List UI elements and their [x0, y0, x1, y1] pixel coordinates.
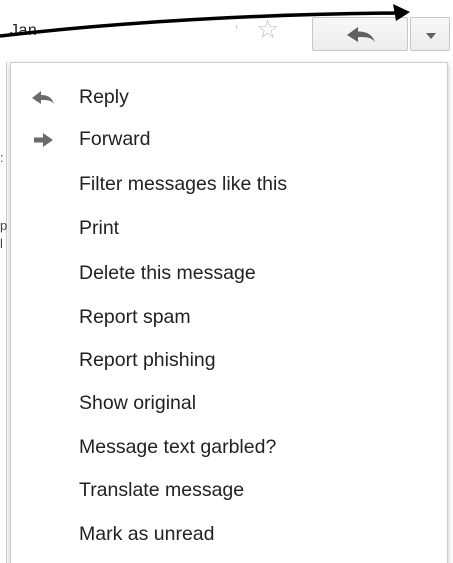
message-header: Jan ’ ☆ [0, 0, 453, 62]
menu-item-label: Filter messages like this [79, 173, 288, 195]
menu-item-label: Report phishing [79, 349, 216, 371]
menu-item-label: Print [79, 217, 120, 239]
menu-item-report-spam[interactable]: Report spam [11, 297, 447, 339]
menu-item-delete[interactable]: Delete this message [11, 253, 447, 295]
reply-arrow-icon [347, 27, 375, 42]
more-options-button[interactable] [410, 17, 450, 51]
menu-item-mark-unread[interactable]: Mark as unread [11, 514, 447, 556]
menu-item-garbled[interactable]: Message text garbled? [11, 427, 447, 469]
menu-item-filter-messages[interactable]: Filter messages like this [11, 164, 447, 206]
caret-down-icon [426, 33, 436, 39]
menu-item-forward[interactable]: Forward [11, 119, 447, 161]
menu-item-label: Report spam [79, 306, 191, 328]
background-text-fragment: p [0, 218, 8, 233]
gmail-message-view: Jan ’ ☆ : p l Reply Forward Filter messa… [0, 0, 453, 563]
message-actions-menu: Reply Forward Filter messages like this … [10, 62, 448, 563]
background-text-fragment: : [0, 150, 4, 165]
menu-item-label: Forward [79, 128, 151, 150]
reply-button[interactable] [312, 17, 408, 51]
page-edge-divider [6, 62, 7, 563]
menu-item-report-phishing[interactable]: Report phishing [11, 340, 447, 382]
menu-item-label: Show original [79, 392, 197, 414]
background-text-fragment: l [0, 236, 3, 251]
menu-item-label: Delete this message [79, 262, 256, 284]
forward-arrow-icon [34, 133, 53, 147]
sender-name[interactable]: Jan [10, 22, 37, 40]
menu-item-label: Mark as unread [79, 523, 215, 545]
reply-arrow-icon [32, 91, 54, 104]
menu-item-show-original[interactable]: Show original [11, 383, 447, 425]
sender-name-fragment: ’ [235, 22, 239, 38]
menu-item-print[interactable]: Print [11, 208, 447, 250]
menu-item-reply[interactable]: Reply [11, 77, 447, 119]
star-icon[interactable]: ☆ [256, 16, 279, 42]
menu-item-translate[interactable]: Translate message [11, 470, 447, 512]
menu-item-label: Reply [79, 86, 129, 108]
menu-item-label: Message text garbled? [79, 436, 277, 458]
menu-item-label: Translate message [79, 479, 245, 501]
